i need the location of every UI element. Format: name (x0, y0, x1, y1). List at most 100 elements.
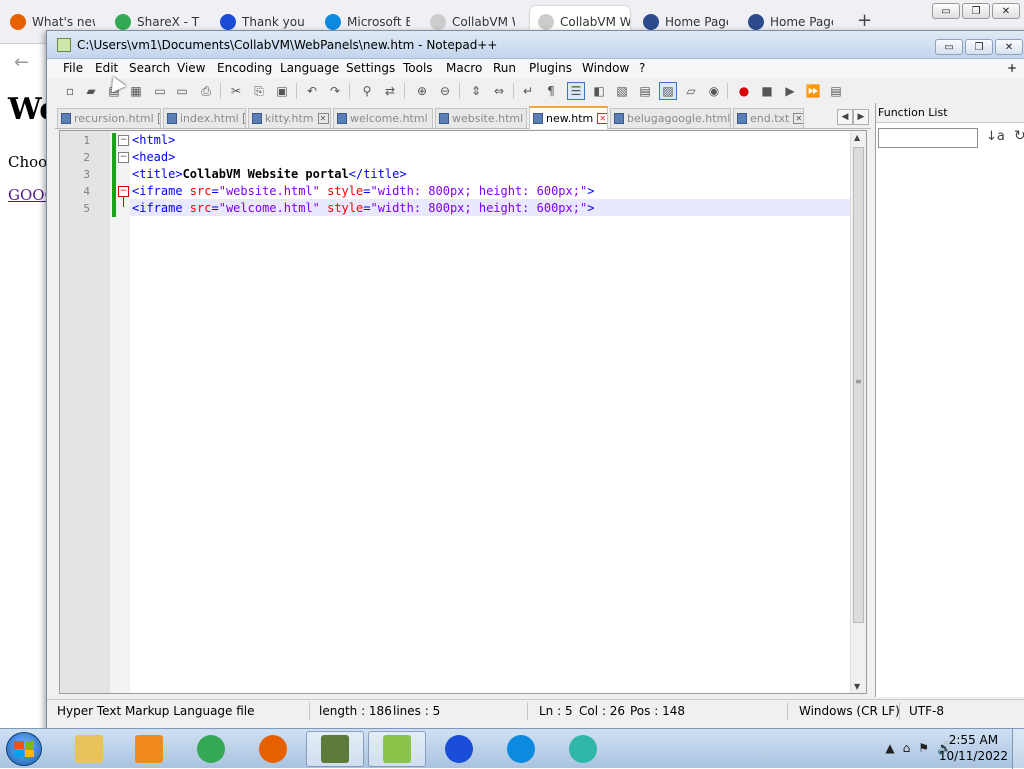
maximize-button[interactable]: ❐ (965, 39, 993, 55)
browser-close-button[interactable]: ✕ (992, 3, 1020, 19)
taskbar-app-button[interactable] (306, 731, 364, 767)
close-tab-icon[interactable]: ✕ (157, 113, 160, 124)
function-list-search-input[interactable] (878, 128, 978, 148)
menu-tools[interactable]: Tools (403, 61, 433, 75)
menu-settings[interactable]: Settings (346, 61, 395, 75)
show-all-characters-icon[interactable]: ¶ (542, 82, 560, 100)
fold-toggle-icon[interactable]: − (118, 135, 129, 146)
sync-vertical-icon[interactable]: ⇕ (467, 82, 485, 100)
start-button[interactable] (6, 732, 42, 766)
close-tab-icon[interactable]: ✕ (242, 113, 245, 124)
replace-icon[interactable]: ⇄ (381, 82, 399, 100)
code-line[interactable]: <html> (132, 133, 175, 147)
print-icon[interactable]: ⎙ (197, 82, 215, 100)
reload-icon[interactable]: ↻ (1014, 128, 1024, 144)
menu-add-button[interactable]: + (1007, 61, 1017, 75)
file-tab[interactable]: index.html✕ (163, 108, 246, 128)
close-all-icon[interactable]: ▭ (173, 82, 191, 100)
menu-view[interactable]: View (177, 61, 205, 75)
code-line[interactable]: <iframe src="welcome.html" style="width:… (132, 201, 594, 215)
copy-icon[interactable]: ⎘ (250, 82, 268, 100)
file-tab[interactable]: new.htm ✕ (529, 106, 608, 129)
taskbar-app-button[interactable] (60, 731, 118, 767)
new-file-icon[interactable]: ▫ (61, 82, 79, 100)
menu-edit[interactable]: Edit (95, 61, 118, 75)
taskbar-app-button[interactable] (554, 731, 612, 767)
taskbar-app-button[interactable] (182, 731, 240, 767)
sync-horizontal-icon[interactable]: ⇔ (490, 82, 508, 100)
show-hidden-icons-icon[interactable]: ▲ (885, 741, 894, 755)
doc-map-icon[interactable]: ▧ (613, 82, 631, 100)
undo-icon[interactable]: ↶ (303, 82, 321, 100)
close-tab-icon[interactable]: ✕ (431, 113, 432, 124)
sort-icon[interactable]: ↓a (986, 129, 1005, 144)
fold-toggle-icon[interactable]: − (118, 152, 129, 163)
open-file-icon[interactable]: ▰ (82, 82, 100, 100)
menu-run[interactable]: Run (493, 61, 516, 75)
back-button[interactable]: ← (14, 52, 29, 73)
menu-help[interactable]: ? (639, 61, 645, 75)
save-macro-icon[interactable]: ▤ (827, 82, 845, 100)
menu-macro[interactable]: Macro (446, 61, 482, 75)
close-tab-icon[interactable]: ✕ (597, 113, 607, 124)
close-tab-icon[interactable]: ✕ (317, 113, 329, 124)
browser-minimize-button[interactable]: ▭ (932, 3, 960, 19)
paste-icon[interactable]: ▣ (273, 82, 291, 100)
save-all-icon[interactable]: ▦ (127, 82, 145, 100)
indent-guide-icon[interactable]: ☰ (567, 82, 585, 100)
menu-window[interactable]: Window (582, 61, 629, 75)
file-tab[interactable]: website.html✕ (435, 108, 527, 128)
doc-switcher-icon[interactable]: ▱ (682, 82, 700, 100)
menu-encoding[interactable]: Encoding (217, 61, 272, 75)
zoom-out-icon[interactable]: ⊖ (436, 82, 454, 100)
file-tab[interactable]: belugagoogle.html✕ (610, 108, 731, 128)
code-line[interactable]: <iframe src="website.html" style="width:… (132, 184, 594, 198)
close-button[interactable]: ✕ (995, 39, 1023, 55)
code-line[interactable]: <title>CollabVM Website portal</title> (132, 167, 407, 181)
file-tab[interactable]: end.txt ✕ (733, 108, 804, 128)
close-icon[interactable]: ▭ (151, 82, 169, 100)
find-icon[interactable]: ⚲ (358, 82, 376, 100)
function-list-icon[interactable]: ▤ (636, 82, 654, 100)
browser-maximize-button[interactable]: ❐ (962, 3, 990, 19)
taskbar-app-button[interactable] (120, 731, 178, 767)
playback-macro-icon[interactable]: ▶ (781, 82, 799, 100)
zoom-in-icon[interactable]: ⊕ (413, 82, 431, 100)
folder-as-workspace-icon[interactable]: ▨ (659, 82, 677, 100)
action-center-icon[interactable]: ⚑ (918, 741, 929, 755)
menu-plugins[interactable]: Plugins (529, 61, 572, 75)
language-icon[interactable]: ◧ (590, 82, 608, 100)
monitoring-icon[interactable]: ◉ (705, 82, 723, 100)
malwarebytes-icon (445, 735, 473, 763)
scroll-up-arrow-icon[interactable]: ▲ (854, 133, 860, 142)
code-line[interactable]: <head> (132, 150, 175, 164)
cut-icon[interactable]: ✂ (227, 82, 245, 100)
run-macro-multiple-icon[interactable]: ⏩ (804, 82, 822, 100)
taskbar-app-button[interactable] (244, 731, 302, 767)
editor[interactable]: 1 2 3 4 5 − − − <html> <head> <title>CollabVM We… (59, 130, 867, 694)
redo-icon[interactable]: ↷ (326, 82, 344, 100)
taskbar-app-button[interactable] (430, 731, 488, 767)
menu-search[interactable]: Search (129, 61, 170, 75)
taskbar-app-button[interactable] (368, 731, 426, 767)
word-wrap-icon[interactable]: ↵ (519, 82, 537, 100)
fold-toggle-icon[interactable]: − (118, 186, 129, 197)
network-icon[interactable]: ⌂ (903, 741, 911, 755)
show-desktop-button[interactable] (1012, 729, 1024, 769)
taskbar-app-button[interactable] (492, 731, 550, 767)
minimize-button[interactable]: ▭ (935, 39, 963, 55)
close-tab-icon[interactable]: ✕ (793, 113, 803, 124)
file-tab[interactable]: kitty.htm ✕ (248, 108, 331, 128)
file-tab[interactable]: welcome.html✕ (333, 108, 433, 128)
scroll-down-arrow-icon[interactable]: ▼ (854, 682, 860, 691)
vertical-scrollbar[interactable]: ▲ ≡ ▼ (850, 131, 866, 693)
file-tab[interactable]: recursion.html✕ (57, 108, 161, 128)
menu-file[interactable]: File (63, 61, 83, 75)
new-tab-button[interactable]: + (857, 10, 872, 31)
tab-scroll-left-button[interactable]: ◀ (837, 109, 853, 125)
menu-language[interactable]: Language (280, 61, 339, 75)
record-macro-icon[interactable]: ● (735, 82, 753, 100)
tab-scroll-right-button[interactable]: ▶ (853, 109, 869, 125)
stop-macro-icon[interactable]: ■ (758, 82, 776, 100)
clock[interactable]: 2:55 AM 10/11/2022 (939, 732, 1008, 764)
